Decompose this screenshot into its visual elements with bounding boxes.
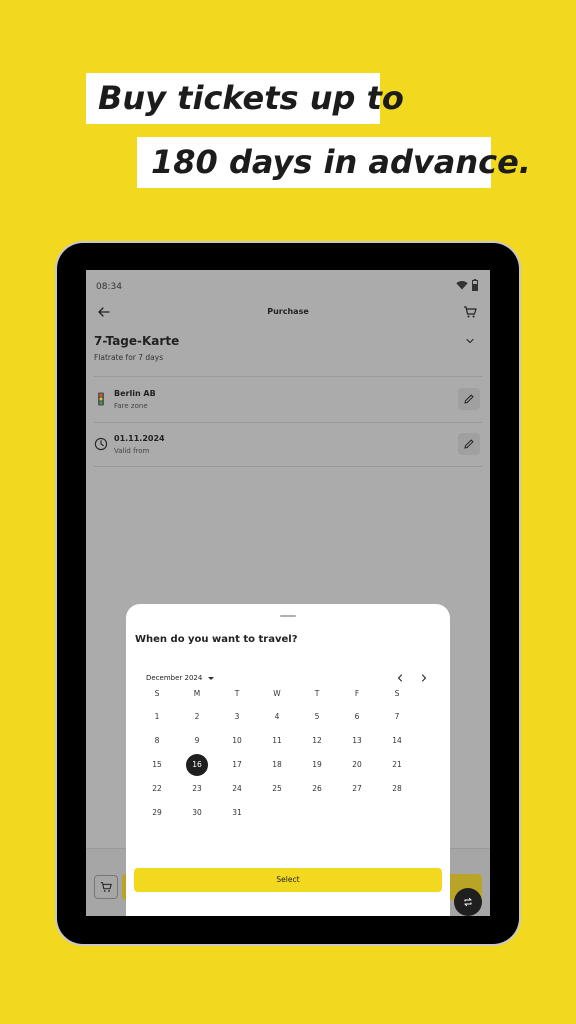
add-to-cart-button[interactable] bbox=[94, 875, 118, 899]
calendar-day[interactable]: 18 bbox=[266, 754, 288, 776]
calendar-day[interactable]: 3 bbox=[226, 706, 248, 728]
calendar-day[interactable]: 20 bbox=[346, 754, 368, 776]
status-time: 08:34 bbox=[96, 282, 122, 292]
promo-headline-line-2: 180 days in advance. bbox=[137, 137, 531, 188]
calendar-day[interactable]: 25 bbox=[266, 778, 288, 800]
calendar-day-selected[interactable]: 16 bbox=[186, 754, 208, 776]
calendar-day[interactable]: 19 bbox=[306, 754, 328, 776]
battery-icon bbox=[472, 279, 478, 291]
pencil-icon bbox=[464, 394, 474, 404]
sheet-title: When do you want to travel? bbox=[135, 634, 298, 645]
calendar-day[interactable]: 1 bbox=[146, 706, 168, 728]
calendar-day[interactable]: 14 bbox=[386, 730, 408, 752]
fare-zone-value: Berlin AB bbox=[114, 389, 156, 398]
calendar-day[interactable]: 26 bbox=[306, 778, 328, 800]
weekday-header: S bbox=[394, 689, 400, 698]
calendar-day[interactable]: 7 bbox=[386, 706, 408, 728]
divider bbox=[94, 376, 482, 377]
calendar-day[interactable]: 4 bbox=[266, 706, 288, 728]
calendar-day[interactable]: 23 bbox=[186, 778, 208, 800]
calendar-day[interactable]: 29 bbox=[146, 802, 168, 824]
weekday-header: T bbox=[234, 689, 240, 698]
date-picker-sheet: When do you want to travel? December 202… bbox=[126, 604, 450, 916]
calendar-day[interactable]: 21 bbox=[386, 754, 408, 776]
wifi-icon bbox=[456, 280, 468, 290]
calendar-day[interactable]: 8 bbox=[146, 730, 168, 752]
divider bbox=[94, 422, 482, 423]
calendar-day[interactable]: 10 bbox=[226, 730, 248, 752]
calendar-day[interactable]: 22 bbox=[146, 778, 168, 800]
calendar-day[interactable]: 17 bbox=[226, 754, 248, 776]
status-bar: 08:34 bbox=[86, 270, 490, 302]
calendar-day[interactable]: 24 bbox=[226, 778, 248, 800]
product-subtitle: Flatrate for 7 days bbox=[94, 353, 164, 362]
cart-plus-icon bbox=[100, 882, 112, 892]
page-title: Purchase bbox=[267, 307, 309, 316]
calendar-day[interactable]: 31 bbox=[226, 802, 248, 824]
app-screen: 08:34 Purchase 7-Tage-Karte Flatrate for… bbox=[86, 270, 490, 916]
select-button[interactable]: Select bbox=[134, 868, 442, 892]
month-label: December 2024 bbox=[146, 674, 203, 682]
chevron-right-icon[interactable] bbox=[418, 672, 430, 684]
edit-fare-zone-button[interactable] bbox=[458, 388, 480, 410]
month-year-dropdown[interactable]: December 2024 bbox=[146, 674, 215, 682]
calendar-day[interactable]: 6 bbox=[346, 706, 368, 728]
weekday-header: S bbox=[154, 689, 160, 698]
chevron-down-icon[interactable] bbox=[464, 335, 476, 347]
edit-valid-from-button[interactable] bbox=[458, 433, 480, 455]
app-bar: Purchase bbox=[86, 300, 490, 324]
calendar-day[interactable]: 2 bbox=[186, 706, 208, 728]
switch-button[interactable] bbox=[454, 888, 482, 916]
weekday-header: F bbox=[354, 689, 360, 698]
clock-icon bbox=[94, 437, 108, 451]
drag-handle[interactable] bbox=[280, 615, 296, 617]
calendar-day[interactable]: 9 bbox=[186, 730, 208, 752]
calendar-day[interactable]: 11 bbox=[266, 730, 288, 752]
calendar-day[interactable]: 12 bbox=[306, 730, 328, 752]
caret-down-icon bbox=[208, 676, 215, 680]
calendar-day[interactable]: 27 bbox=[346, 778, 368, 800]
traffic-light-icon bbox=[98, 392, 104, 406]
calendar-day[interactable]: 13 bbox=[346, 730, 368, 752]
calendar-day[interactable]: 15 bbox=[146, 754, 168, 776]
valid-from-value: 01.11.2024 bbox=[114, 434, 165, 443]
weekday-header: W bbox=[273, 689, 281, 698]
calendar-day[interactable]: 30 bbox=[186, 802, 208, 824]
product-title: 7-Tage-Karte bbox=[94, 334, 180, 348]
weekday-header: T bbox=[314, 689, 320, 698]
fare-zone-label: Fare zone bbox=[114, 402, 148, 410]
weekday-header: M bbox=[193, 689, 201, 698]
pencil-icon bbox=[464, 439, 474, 449]
cart-icon[interactable] bbox=[462, 304, 478, 320]
promo-headline-line-1: Buy tickets up to bbox=[86, 73, 404, 124]
repeat-icon bbox=[464, 897, 472, 907]
calendar-day[interactable]: 28 bbox=[386, 778, 408, 800]
valid-from-label: Valid from bbox=[114, 447, 150, 455]
divider bbox=[94, 466, 482, 467]
calendar-day[interactable]: 5 bbox=[306, 706, 328, 728]
